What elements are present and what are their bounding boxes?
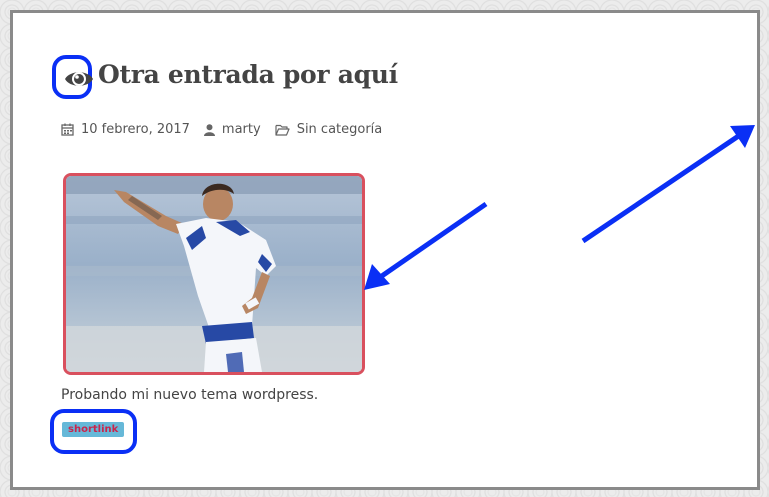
post-card: Otra entrada por aquí 10 febrero, 2017 m… [10,10,760,490]
post-title[interactable]: Otra entrada por aquí [98,60,398,89]
post-meta: 10 febrero, 2017 marty Sin categoría [61,122,396,137]
meta-author-text: marty [221,122,261,137]
meta-date[interactable]: 10 febrero, 2017 [61,122,190,137]
meta-category-text: Sin categoría [296,122,383,137]
eye-icon-highlight [52,55,94,99]
meta-category[interactable]: Sin categoría [275,122,383,137]
shortlink-button[interactable]: shortlink [62,422,125,437]
featured-image[interactable] [63,173,365,375]
meta-author[interactable]: marty [203,122,261,137]
folder-icon [275,124,290,136]
eye-icon[interactable] [64,68,94,90]
calendar-icon [61,123,74,136]
shortlink-highlight: shortlink [50,409,137,454]
post-excerpt: Probando mi nuevo tema wordpress. [61,387,319,403]
footballer-photo [66,176,362,372]
meta-date-text: 10 febrero, 2017 [81,122,190,137]
user-icon [203,123,215,136]
